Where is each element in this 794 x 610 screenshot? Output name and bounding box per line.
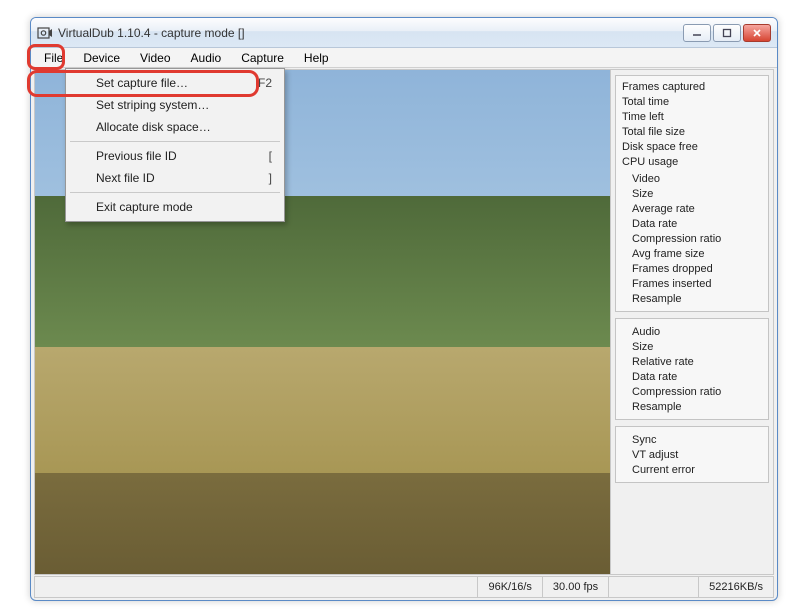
panel-audio-stats: Audio Size Relative rate Data rate Compr… <box>615 318 769 420</box>
menu-exit-capture-mode[interactable]: Exit capture mode <box>68 196 282 218</box>
stat-audio-size: Size <box>622 340 762 355</box>
panel-video-header: Video <box>622 170 762 187</box>
menu-set-capture-file-label: Set capture file… <box>96 76 188 90</box>
menu-set-capture-file-shortcut: F2 <box>258 76 272 90</box>
panel-sync-stats: Sync VT adjust Current error <box>615 426 769 483</box>
stat-audio-relative-rate: Relative rate <box>622 355 762 370</box>
file-menu-dropdown: Set capture file… F2 Set striping system… <box>65 68 285 222</box>
stat-audio-data-rate: Data rate <box>622 370 762 385</box>
titlebar: VirtualDub 1.10.4 - capture mode [] <box>31 18 777 48</box>
panel-capture-stats: Frames captured Total time Time left Tot… <box>615 75 769 312</box>
stat-total-file-size: Total file size <box>622 125 762 140</box>
stat-video-compression: Compression ratio <box>622 232 762 247</box>
stat-audio-compression: Compression ratio <box>622 385 762 400</box>
menu-set-capture-file[interactable]: Set capture file… F2 <box>68 72 282 94</box>
menubar: File Device Video Audio Capture Help <box>31 48 777 68</box>
menu-help[interactable]: Help <box>295 49 338 67</box>
menu-audio[interactable]: Audio <box>182 49 231 67</box>
panel-sync-header: Sync <box>622 431 762 448</box>
app-icon <box>37 25 53 41</box>
stat-frames-captured: Frames captured <box>622 80 762 95</box>
statusbar: 96K/16/s 30.00 fps 52216KB/s <box>34 576 774 598</box>
status-kbps: 52216KB/s <box>698 577 773 597</box>
menu-capture[interactable]: Capture <box>232 49 293 67</box>
status-empty <box>608 577 698 597</box>
stat-cpu-usage: CPU usage <box>622 155 762 170</box>
stat-video-size: Size <box>622 187 762 202</box>
menu-set-striping-system[interactable]: Set striping system… <box>68 94 282 116</box>
panel-audio-header: Audio <box>622 323 762 340</box>
menu-exit-label: Exit capture mode <box>96 200 193 214</box>
stat-video-avg-frame: Avg frame size <box>622 247 762 262</box>
stat-audio-resample: Resample <box>622 400 762 415</box>
menu-next-file-shortcut: ] <box>269 171 272 185</box>
stats-sidebar: Frames captured Total time Time left Tot… <box>611 70 773 574</box>
stat-sync-vt-adjust: VT adjust <box>622 448 762 463</box>
stat-total-time: Total time <box>622 95 762 110</box>
stat-video-dropped: Frames dropped <box>622 262 762 277</box>
menu-allocate-disk-space[interactable]: Allocate disk space… <box>68 116 282 138</box>
menu-prev-file-label: Previous file ID <box>96 149 177 163</box>
stat-sync-current-error: Current error <box>622 463 762 478</box>
stat-time-left: Time left <box>622 110 762 125</box>
menu-prev-file-shortcut: [ <box>269 149 272 163</box>
window-title: VirtualDub 1.10.4 - capture mode [] <box>58 26 683 40</box>
app-window: VirtualDub 1.10.4 - capture mode [] File… <box>30 17 778 601</box>
status-fps: 30.00 fps <box>542 577 608 597</box>
maximize-button[interactable] <box>713 24 741 42</box>
menu-file[interactable]: File <box>35 49 72 67</box>
menu-separator-2 <box>70 192 280 193</box>
menu-allocate-label: Allocate disk space… <box>96 120 211 134</box>
stat-video-inserted: Frames inserted <box>622 277 762 292</box>
menu-set-striping-label: Set striping system… <box>96 98 209 112</box>
status-rate: 96K/16/s <box>477 577 541 597</box>
window-controls <box>683 24 771 42</box>
stat-video-resample: Resample <box>622 292 762 307</box>
menu-video[interactable]: Video <box>131 49 179 67</box>
stat-video-avg-rate: Average rate <box>622 202 762 217</box>
close-button[interactable] <box>743 24 771 42</box>
menu-next-file-id[interactable]: Next file ID ] <box>68 167 282 189</box>
menu-next-file-label: Next file ID <box>96 171 155 185</box>
menu-separator-1 <box>70 141 280 142</box>
stat-video-data-rate: Data rate <box>622 217 762 232</box>
menu-device[interactable]: Device <box>74 49 129 67</box>
minimize-button[interactable] <box>683 24 711 42</box>
stat-disk-space-free: Disk space free <box>622 140 762 155</box>
menu-previous-file-id[interactable]: Previous file ID [ <box>68 145 282 167</box>
